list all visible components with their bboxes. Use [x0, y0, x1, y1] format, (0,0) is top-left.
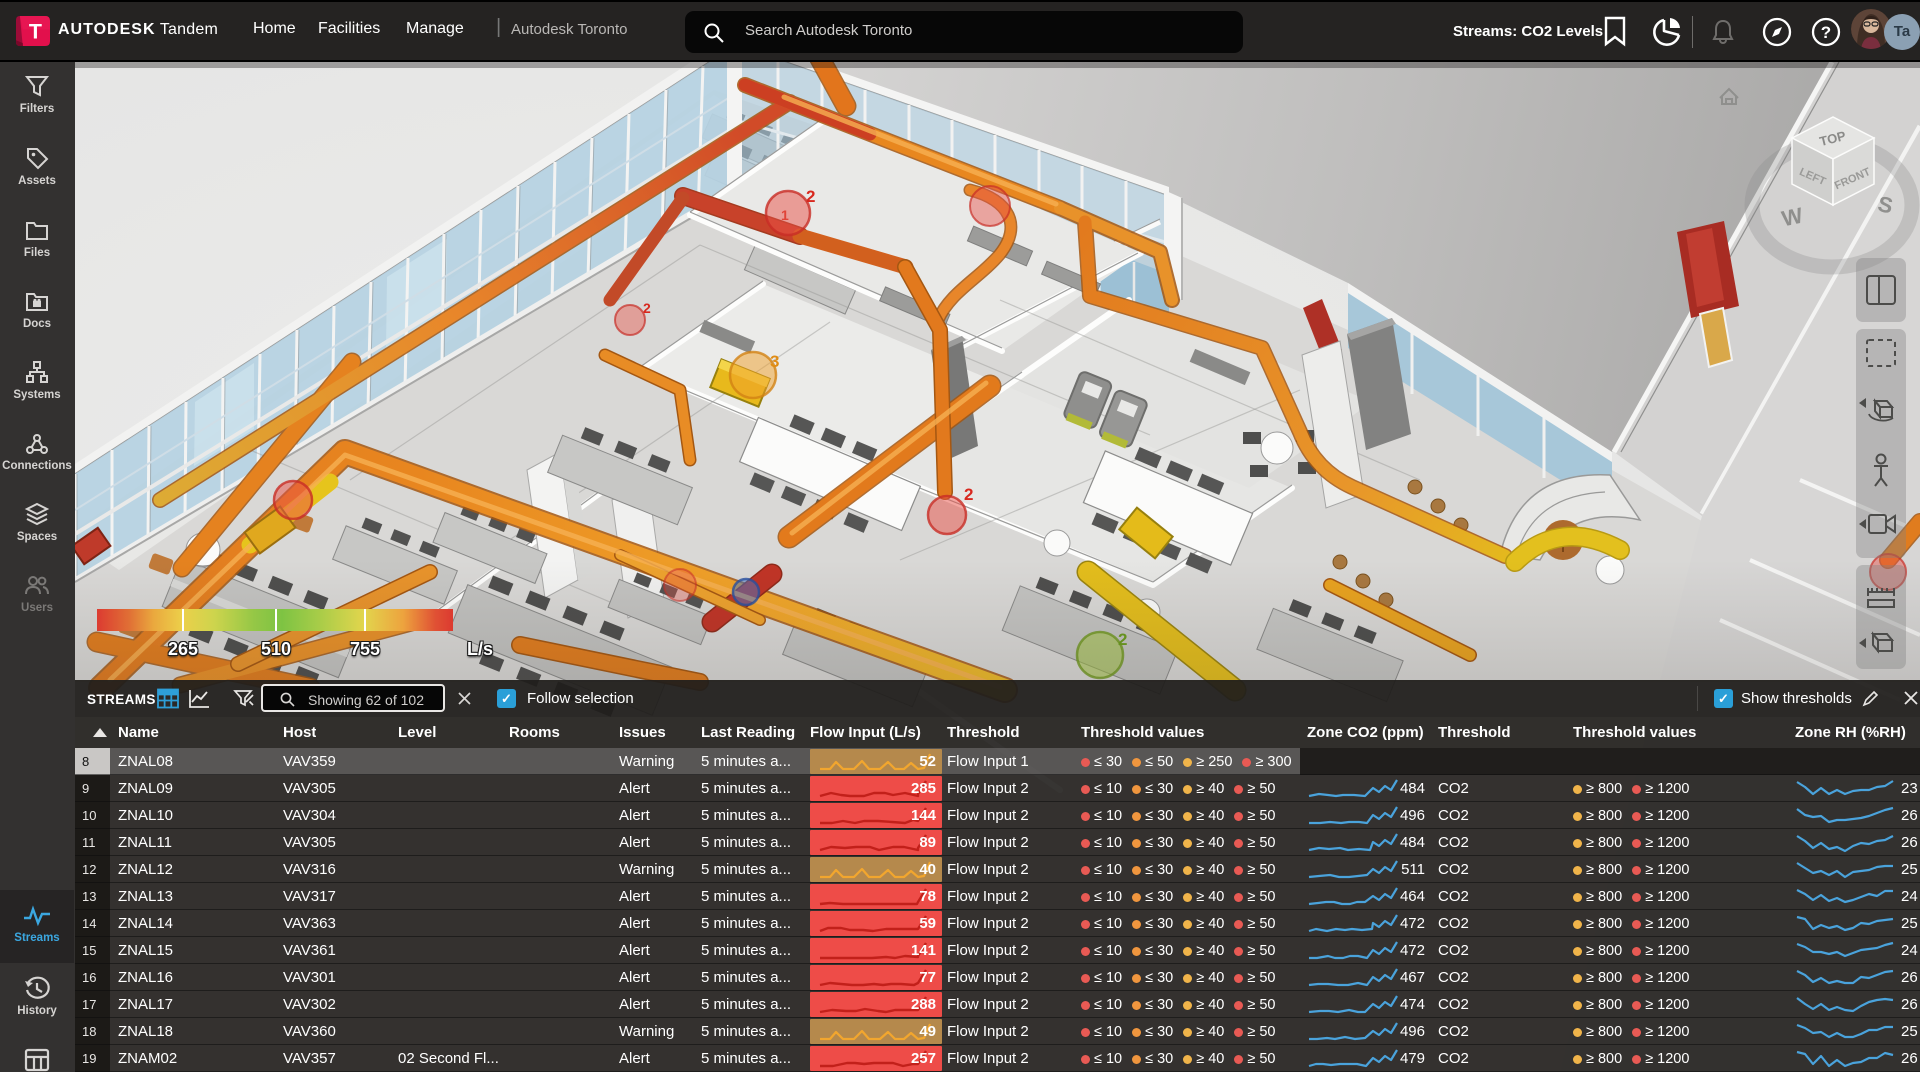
svg-text:?: ? — [1821, 23, 1831, 42]
svg-text:2: 2 — [806, 187, 815, 206]
svg-text:2: 2 — [964, 485, 973, 504]
svg-text:2: 2 — [643, 300, 651, 316]
svg-text:1: 1 — [781, 207, 789, 223]
svg-text:3: 3 — [770, 352, 779, 371]
svg-text:T: T — [29, 19, 42, 43]
